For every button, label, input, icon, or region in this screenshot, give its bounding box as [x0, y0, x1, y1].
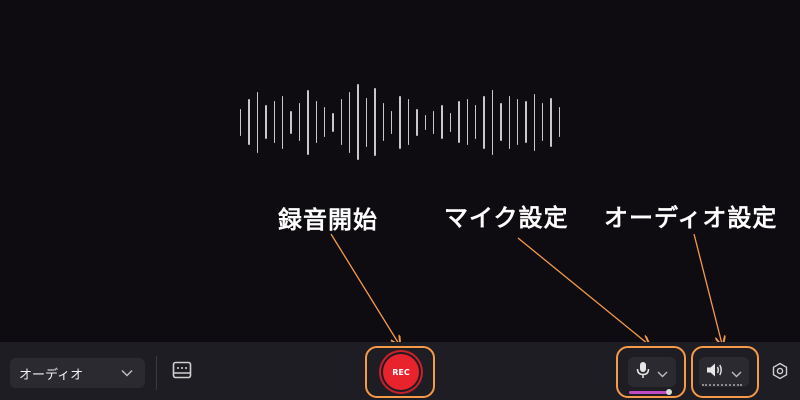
waveform-bar — [558, 107, 561, 137]
waveform-bar — [508, 95, 510, 149]
waveform-bar — [407, 99, 410, 145]
waveform-bar — [550, 97, 552, 147]
waveform-bar — [483, 95, 485, 149]
waveform-bar — [474, 105, 477, 139]
audio-settings-button[interactable] — [699, 357, 749, 387]
chevron-down-icon — [731, 363, 742, 382]
waveform-bar — [458, 101, 460, 143]
waveform-bar — [256, 91, 259, 153]
waveform-bar — [391, 110, 393, 134]
waveform-bar — [357, 84, 359, 160]
chevron-down-icon — [657, 363, 668, 382]
mic-level-meter — [629, 391, 667, 394]
audio-arrow — [693, 233, 722, 344]
chevron-down-icon — [121, 366, 133, 381]
source-select-value: オーディオ — [19, 367, 84, 383]
waveform-bar — [307, 89, 309, 155]
mic-level-knob[interactable] — [666, 389, 672, 395]
speaker-icon — [706, 362, 724, 382]
mic-settings-button[interactable] — [628, 357, 676, 387]
waveform-bar — [449, 112, 452, 132]
waveform-bar — [248, 99, 250, 145]
waveform-bar — [399, 95, 401, 149]
mic-settings-callout: マイク設定 — [444, 204, 569, 232]
waveform-bar — [525, 101, 527, 143]
audio-level-meter — [702, 384, 742, 388]
audio-settings-callout: オーディオ設定 — [604, 204, 778, 232]
waveform-bar — [533, 93, 536, 151]
waveform-bar — [365, 97, 368, 147]
waveform-bar — [332, 112, 334, 132]
record-button-label: REC — [392, 367, 410, 377]
waveform-bar — [491, 89, 494, 155]
settings-icon — [771, 362, 789, 384]
waveform-bar — [265, 105, 267, 139]
waveform-bar — [290, 110, 292, 134]
record-button[interactable]: REC — [383, 354, 419, 390]
subtitle-icon — [172, 361, 192, 383]
waveform-bar — [340, 99, 343, 145]
toolbar-divider — [156, 356, 157, 390]
waveform-bar — [273, 101, 275, 143]
waveform-bar — [382, 103, 385, 141]
waveform-bar — [374, 88, 376, 156]
waveform-bar — [516, 99, 519, 145]
microphone-icon — [636, 361, 650, 383]
settings-button[interactable] — [770, 362, 790, 384]
record-arrow — [330, 233, 399, 344]
waveform-bar — [240, 108, 242, 136]
waveform-bar — [281, 95, 284, 149]
waveform-bar — [500, 103, 502, 141]
source-select[interactable]: オーディオ — [10, 358, 145, 388]
waveform-bar — [542, 103, 544, 141]
waveform-bar — [416, 108, 418, 136]
record-start-callout: 録音開始 — [278, 206, 378, 234]
waveform-bar — [315, 101, 317, 143]
waveform-bar — [349, 91, 351, 153]
waveform-bar — [424, 114, 426, 130]
audio-waveform — [240, 80, 561, 164]
waveform-bar — [323, 107, 326, 137]
mic-arrow — [517, 237, 648, 344]
waveform-bar — [466, 99, 468, 145]
waveform-bar — [432, 110, 435, 134]
waveform-bar — [441, 105, 443, 139]
waveform-bar — [298, 103, 301, 141]
subtitle-button[interactable] — [171, 361, 193, 383]
